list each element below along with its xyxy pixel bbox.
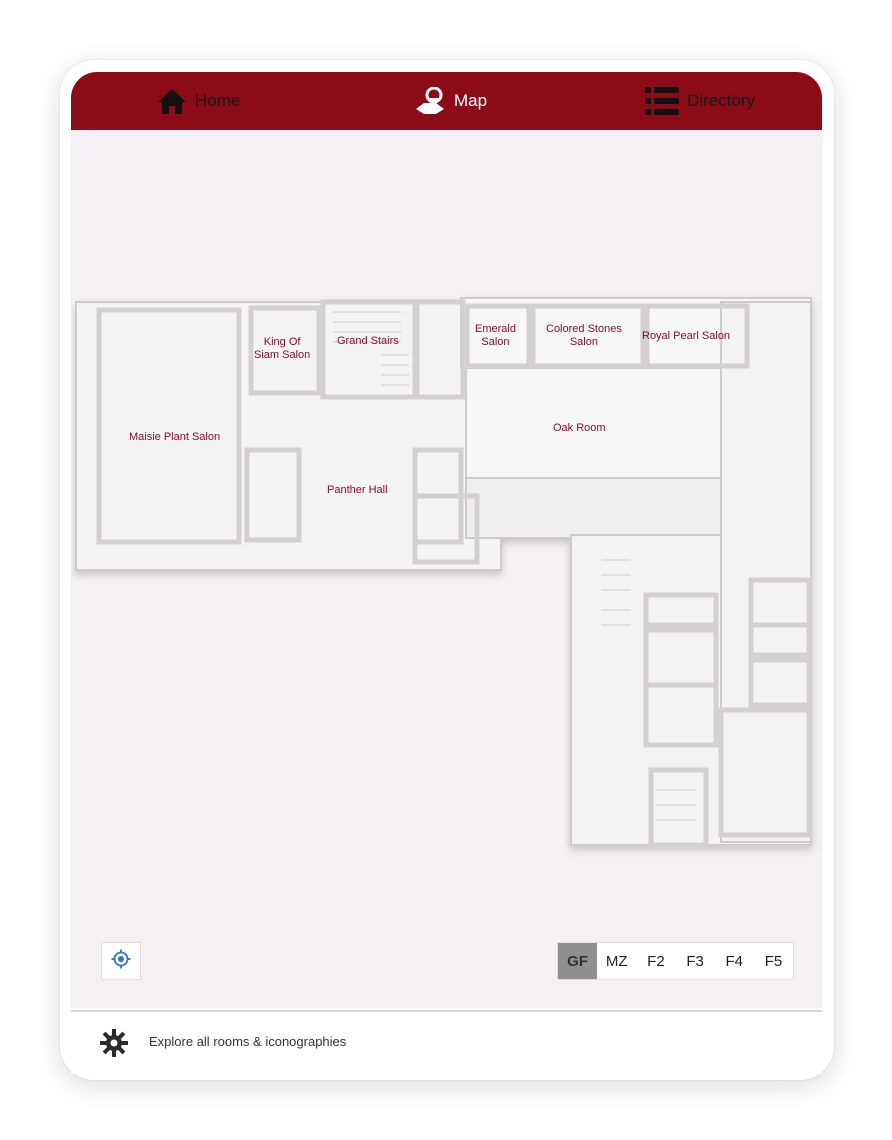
explore-bar[interactable]: Explore all rooms & iconographies: [71, 1010, 822, 1074]
floor-f2[interactable]: F2: [636, 943, 675, 979]
nav-home[interactable]: Home: [157, 72, 240, 130]
nav-directory[interactable]: Directory: [645, 72, 755, 130]
list-icon: [645, 86, 679, 116]
floor-f5[interactable]: F5: [754, 943, 793, 979]
map-canvas[interactable]: Maisie Plant Salon King Of Siam Salon Gr…: [71, 130, 822, 1008]
floor-f3[interactable]: F3: [676, 943, 715, 979]
room-colored-line1: Colored Stones: [546, 323, 622, 335]
nav-map-label: Map: [454, 91, 488, 110]
room-panther-hall[interactable]: Panther Hall: [327, 484, 388, 497]
room-king-of-siam-salon[interactable]: King Of Siam Salon: [254, 336, 310, 362]
room-royal-pearl-salon[interactable]: Royal Pearl Salon: [642, 330, 730, 343]
room-emerald-line2: Salon: [481, 336, 510, 348]
floor-f4[interactable]: F4: [715, 943, 754, 979]
room-oak-room[interactable]: Oak Room: [553, 422, 606, 435]
floor-gf[interactable]: GF: [558, 943, 598, 979]
room-grand-stairs[interactable]: Grand Stairs: [337, 335, 399, 348]
home-icon: [157, 87, 187, 115]
room-emerald-salon[interactable]: Emerald Salon: [475, 323, 516, 349]
room-king-line1: King Of: [263, 336, 301, 348]
top-nav-bar: Home Map Directory: [71, 72, 822, 130]
room-colored-line2: Salon: [569, 336, 598, 348]
floor-plan[interactable]: [71, 130, 822, 1008]
map-pin-icon: [414, 87, 446, 115]
locate-icon: [111, 949, 131, 974]
nav-directory-label: Directory: [687, 91, 756, 110]
nav-home-label: Home: [195, 91, 241, 110]
locate-button[interactable]: [101, 942, 141, 980]
nav-map[interactable]: Map: [414, 72, 487, 130]
room-maisie-plant-salon[interactable]: Maisie Plant Salon: [129, 431, 220, 444]
floor-mz[interactable]: MZ: [597, 943, 636, 979]
floor-selector: GF MZ F2 F3 F4 F5: [557, 942, 794, 980]
room-colored-stones-salon[interactable]: Colored Stones Salon: [546, 323, 622, 349]
room-emerald-line1: Emerald: [475, 323, 516, 335]
room-king-line2: Siam Salon: [254, 349, 311, 361]
explore-link[interactable]: Explore all rooms & iconographies: [149, 1034, 346, 1049]
gear-icon: [99, 1028, 129, 1063]
